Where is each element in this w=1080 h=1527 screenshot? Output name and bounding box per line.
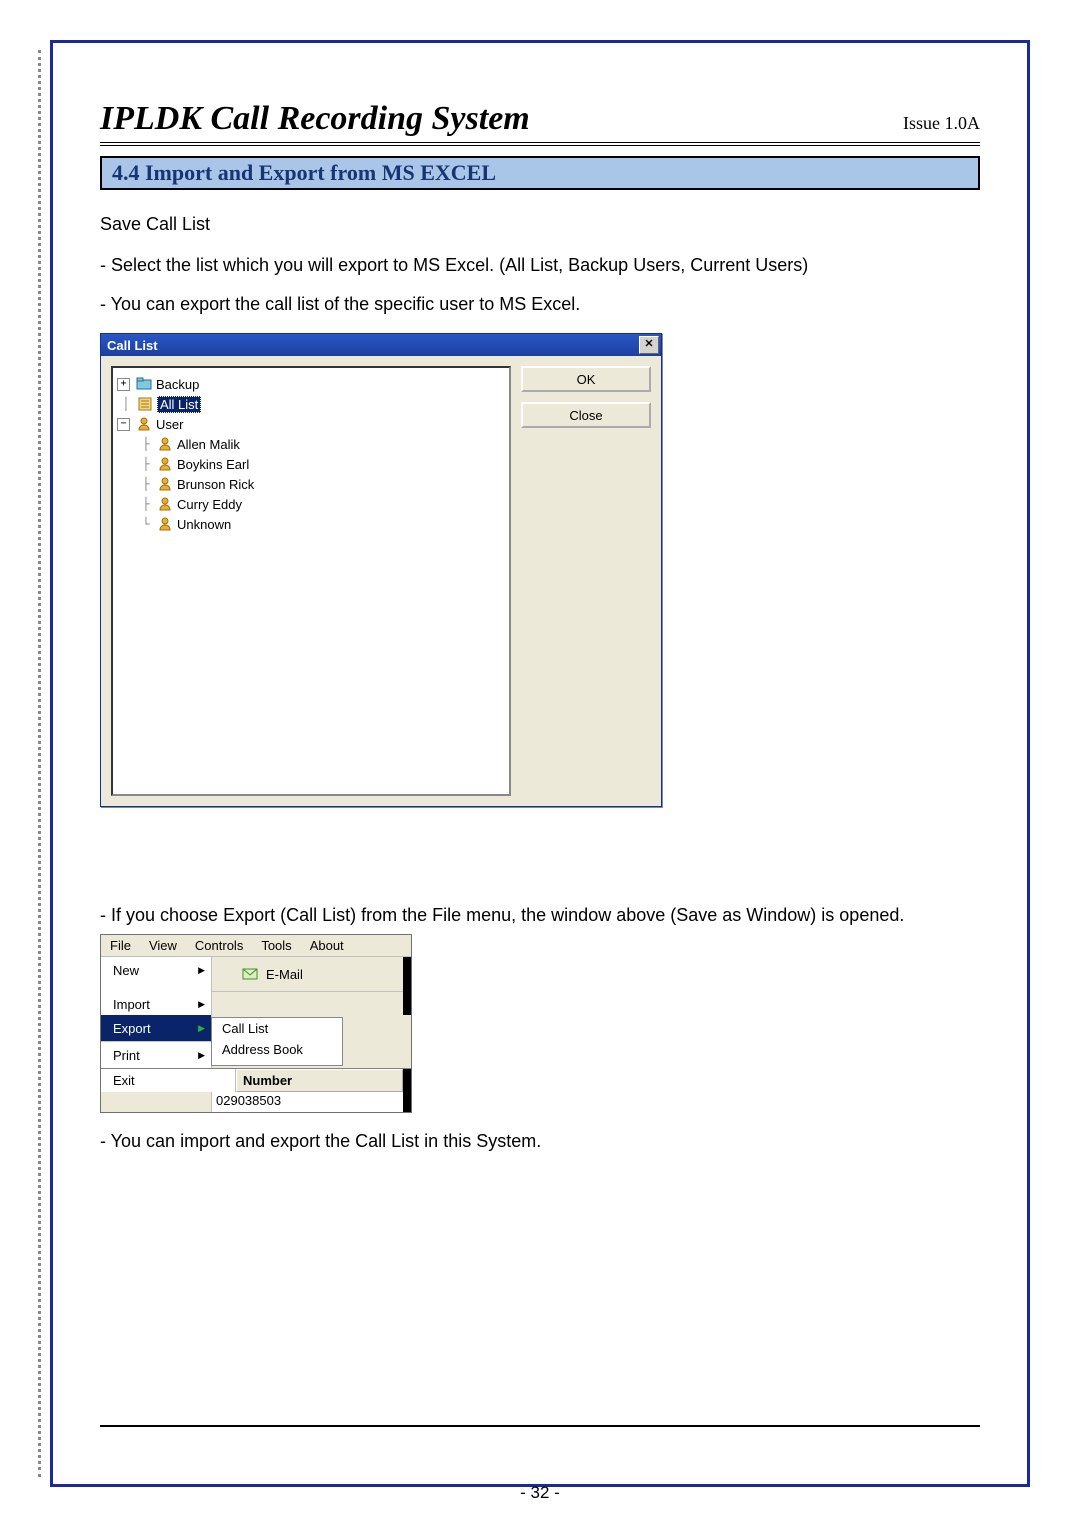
dialog-body: + Backup │ All List − — [101, 356, 661, 806]
email-icon — [242, 966, 258, 982]
instruction-4: - You can import and export the Call Lis… — [100, 1131, 980, 1152]
menubar-about[interactable]: About — [301, 935, 353, 956]
grid-edge — [403, 957, 411, 991]
data-row: 029038503 — [101, 1092, 411, 1112]
tree-view[interactable]: + Backup │ All List − — [111, 366, 511, 796]
page-number: - 32 - — [0, 1483, 1080, 1503]
tree-node-user-item[interactable]: ├ Brunson Rick — [117, 474, 505, 494]
folder-icon — [136, 376, 152, 392]
person-icon — [157, 476, 173, 492]
menu-row-export: Export ▶ Print ▶ Call List Address Book — [101, 1015, 411, 1068]
list-icon — [137, 396, 153, 412]
grid-edge — [403, 991, 411, 1015]
dialog-title-bar[interactable]: Call List ✕ — [101, 334, 661, 356]
menu-item-label: Export — [113, 1021, 151, 1036]
tree-label: User — [156, 417, 183, 432]
tree-node-user-item[interactable]: ├ Boykins Earl — [117, 454, 505, 474]
menubar-controls[interactable]: Controls — [186, 935, 252, 956]
menu-row-2: Import ▶ — [101, 991, 411, 1015]
tree-node-user-item[interactable]: ├ Allen Malik — [117, 434, 505, 454]
number-value-cell: 029038503 — [212, 1092, 403, 1112]
instruction-1: - Select the list which you will export … — [100, 255, 980, 276]
menu-row-1: New ▶ E-Mail — [101, 957, 411, 991]
section-heading-bar: 4.4 Import and Export from MS EXCEL — [100, 156, 980, 190]
menu-item-label: Print — [113, 1048, 140, 1063]
tree-label: Curry Eddy — [177, 497, 242, 512]
section-heading-text: 4.4 Import and Export from MS EXCEL — [112, 160, 496, 185]
dialog-button-column: OK Close — [511, 366, 651, 796]
tree-node-user-item[interactable]: ├ Curry Eddy — [117, 494, 505, 514]
submenu-arrow-icon: ▶ — [198, 999, 205, 1010]
grid-edge — [403, 1092, 411, 1112]
menubar-tools[interactable]: Tools — [252, 935, 300, 956]
tree-label: Backup — [156, 377, 199, 392]
page-number-text: - 32 - — [520, 1483, 560, 1502]
menu-import[interactable]: Import ▶ — [101, 991, 211, 1017]
person-icon — [157, 516, 173, 532]
submenu-arrow-icon: ▶ — [198, 965, 205, 976]
menu-print[interactable]: Print ▶ — [101, 1041, 211, 1068]
instruction-3: - If you choose Export (Call List) from … — [100, 905, 980, 926]
menubar-file[interactable]: File — [101, 935, 140, 956]
submenu-call-list[interactable]: Call List — [212, 1018, 342, 1039]
grid-edge — [403, 1069, 411, 1092]
exit-number-row: Exit Number — [101, 1068, 411, 1092]
email-label: E-Mail — [266, 967, 303, 982]
tree-node-user[interactable]: − User — [117, 414, 505, 434]
tree-node-user-item[interactable]: └ Unknown — [117, 514, 505, 534]
person-icon — [157, 456, 173, 472]
menu-new[interactable]: New ▶ — [101, 957, 211, 983]
number-column-header: Number — [236, 1069, 403, 1092]
tree-connector: │ — [117, 397, 135, 411]
document-header: IPLDK Call Recording System Issue 1.0A — [100, 100, 980, 146]
tree-label: Allen Malik — [177, 437, 240, 452]
menu-item-label: Import — [113, 997, 150, 1012]
save-call-list-heading: Save Call List — [100, 214, 980, 235]
user-group-icon — [136, 416, 152, 432]
page: IPLDK Call Recording System Issue 1.0A 4… — [0, 0, 1080, 1527]
person-icon — [157, 496, 173, 512]
tree-label: Unknown — [177, 517, 231, 532]
export-submenu: Call List Address Book — [211, 1017, 343, 1066]
menubar-view[interactable]: View — [140, 935, 186, 956]
call-list-dialog: Call List ✕ + Backup │ — [100, 333, 662, 807]
tree-label: Boykins Earl — [177, 457, 249, 472]
menu-export[interactable]: Export ▶ — [101, 1015, 211, 1041]
collapse-icon[interactable]: − — [117, 418, 130, 431]
tree-label-selected: All List — [157, 396, 201, 413]
footer-rule — [100, 1425, 980, 1427]
menu-exit[interactable]: Exit — [101, 1069, 236, 1092]
submenu-arrow-icon: ▶ — [198, 1023, 205, 1034]
close-button[interactable]: Close — [521, 402, 651, 428]
tree-node-all-list[interactable]: │ All List — [117, 394, 505, 414]
close-icon[interactable]: ✕ — [639, 336, 659, 354]
file-menu-figure: File View Controls Tools About New ▶ — [100, 934, 412, 1113]
row-header-cell — [101, 1092, 212, 1112]
menu-item-label: New — [113, 963, 139, 978]
submenu-address-book[interactable]: Address Book — [212, 1039, 342, 1060]
tree-node-backup[interactable]: + Backup — [117, 374, 505, 394]
doc-issue: Issue 1.0A — [903, 113, 980, 138]
ok-button[interactable]: OK — [521, 366, 651, 392]
person-icon — [157, 436, 173, 452]
email-toolbar-button[interactable]: E-Mail — [212, 957, 403, 991]
tree-label: Brunson Rick — [177, 477, 254, 492]
submenu-arrow-icon: ▶ — [198, 1050, 205, 1061]
dialog-title: Call List — [107, 338, 158, 353]
expand-icon[interactable]: + — [117, 378, 130, 391]
doc-title: IPLDK Call Recording System — [100, 100, 530, 138]
menu-bar[interactable]: File View Controls Tools About — [101, 935, 411, 957]
spiral-binding — [38, 50, 41, 1477]
instruction-2: - You can export the call list of the sp… — [100, 294, 980, 315]
content-area: IPLDK Call Recording System Issue 1.0A 4… — [100, 100, 980, 1417]
